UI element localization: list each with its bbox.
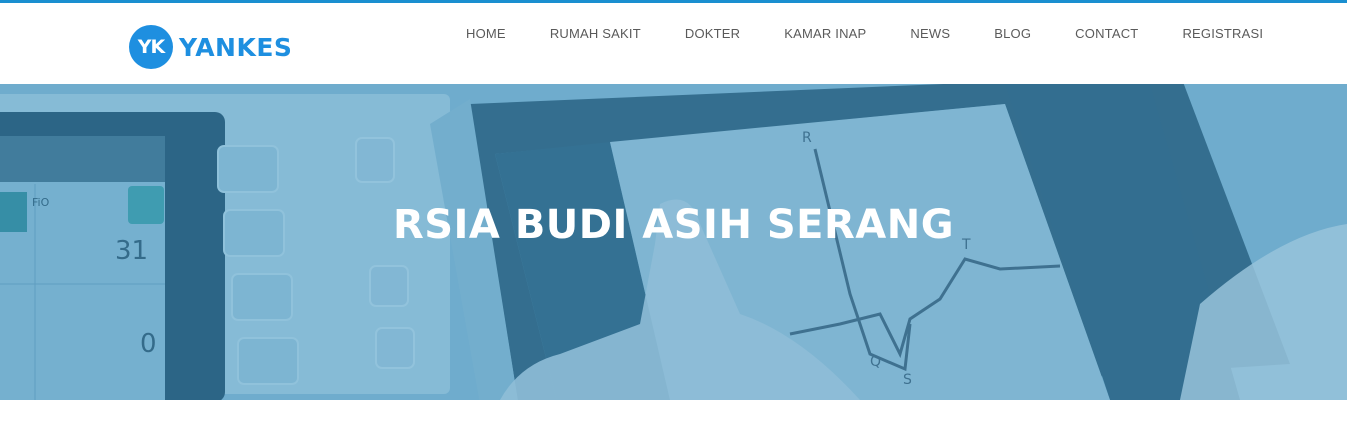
logo-badge: YK bbox=[129, 25, 173, 69]
nav-link-rumah-sakit[interactable]: RUMAH SAKIT bbox=[550, 26, 641, 41]
nav-link-kamar-inap[interactable]: KAMAR INAP bbox=[784, 26, 866, 41]
nav-link-contact[interactable]: CONTACT bbox=[1075, 26, 1138, 41]
nav-link-dokter[interactable]: DOKTER bbox=[685, 26, 740, 41]
site-header: YK YANKES HOME RUMAH SAKIT DOKTER KAMAR … bbox=[0, 3, 1347, 84]
nav-link-home[interactable]: HOME bbox=[466, 26, 506, 41]
nav-item-dokter: DOKTER bbox=[685, 25, 740, 43]
logo-text: YANKES bbox=[179, 32, 293, 62]
nav-link-news[interactable]: NEWS bbox=[910, 26, 950, 41]
nav-item-registrasi: REGISTRASI bbox=[1182, 25, 1263, 43]
nav-link-registrasi[interactable]: REGISTRASI bbox=[1182, 26, 1263, 41]
hero-title: RSIA BUDI ASIH SERANG bbox=[392, 202, 955, 248]
nav-item-rumah-sakit: RUMAH SAKIT bbox=[550, 25, 641, 43]
nav-link-blog[interactable]: BLOG bbox=[994, 26, 1031, 41]
nav-item-blog: BLOG bbox=[994, 25, 1031, 43]
nav-item-news: NEWS bbox=[910, 25, 950, 43]
nav-item-kamar-inap: KAMAR INAP bbox=[784, 25, 866, 43]
nav-item-home: HOME bbox=[466, 25, 506, 43]
site-logo[interactable]: YK YANKES bbox=[129, 25, 293, 69]
main-nav: HOME RUMAH SAKIT DOKTER KAMAR INAP NEWS … bbox=[466, 25, 1263, 43]
nav-item-contact: CONTACT bbox=[1075, 25, 1138, 43]
hero-banner: FiO 31 0 R T Q S RSIA BUDI ASIH SERANG bbox=[0, 84, 1347, 400]
